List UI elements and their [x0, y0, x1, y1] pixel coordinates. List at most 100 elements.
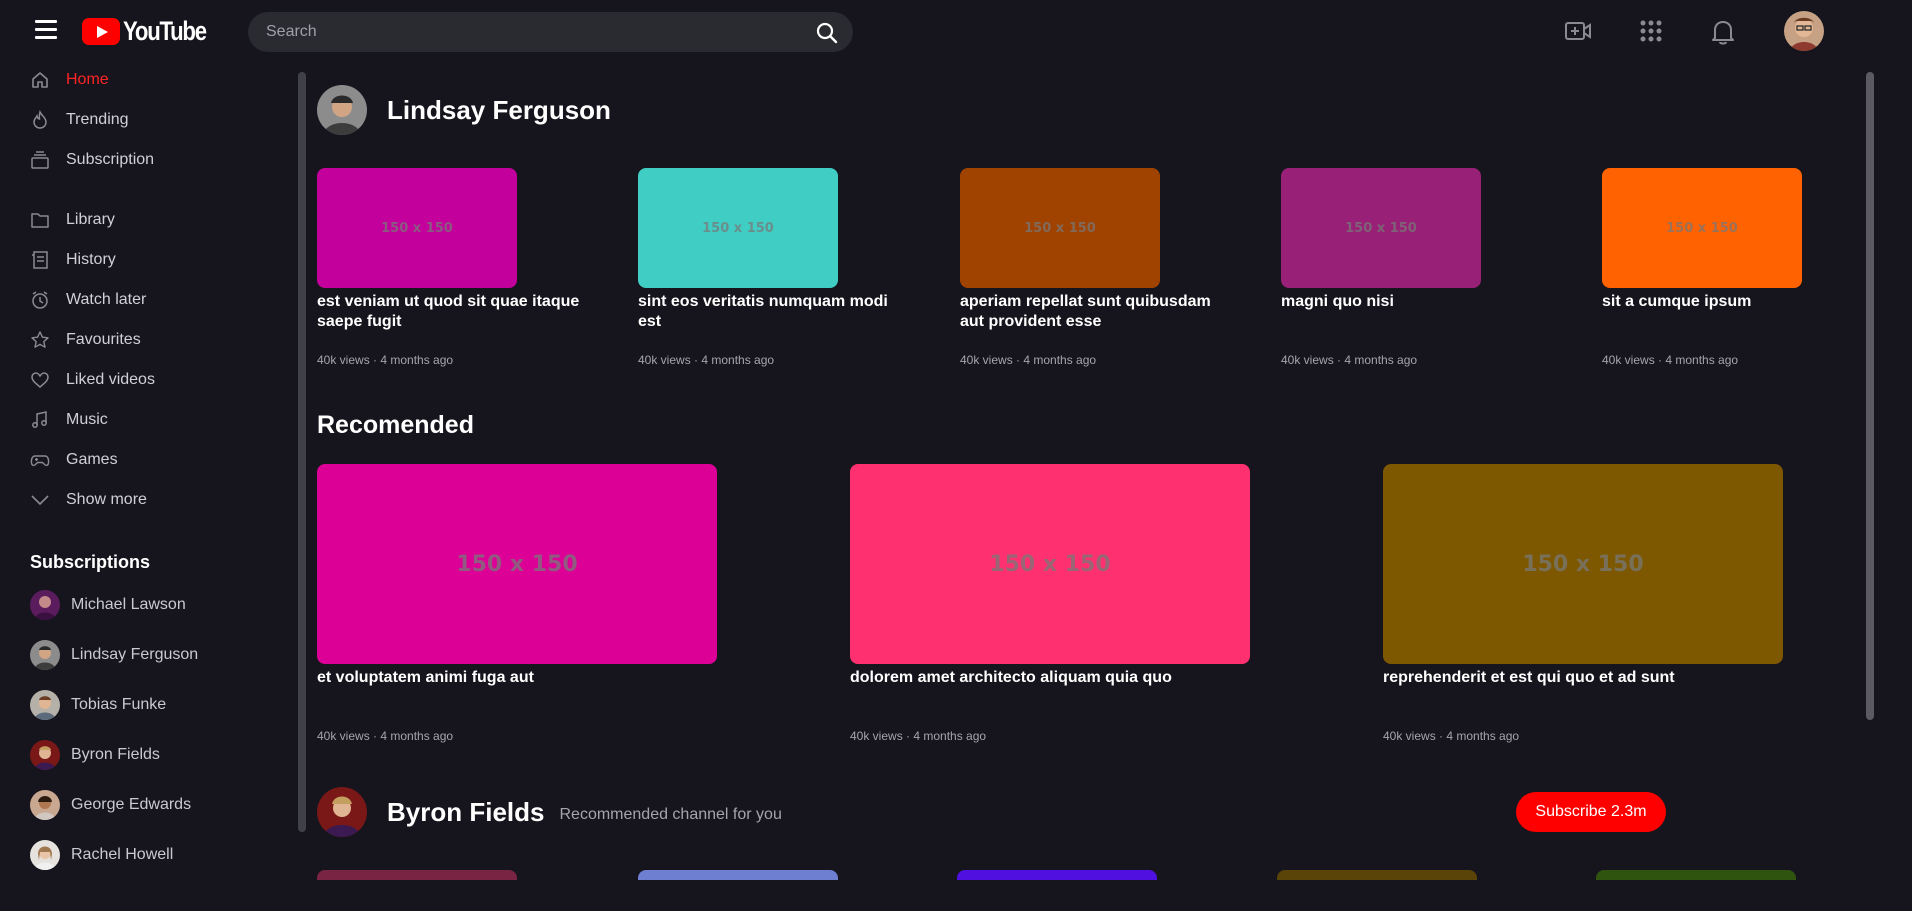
sidebar-scrollbar[interactable] [298, 72, 306, 832]
sidebar-item-games[interactable]: Games [30, 442, 118, 478]
video-title[interactable]: reprehenderit et est qui quo et ad sunt [1383, 668, 1803, 688]
sidebar-item-history[interactable]: History [30, 242, 116, 278]
folder-icon [31, 213, 49, 228]
gamepad-icon [30, 455, 50, 467]
history-icon [32, 251, 48, 269]
search-icon[interactable] [815, 21, 839, 45]
youtube-logo[interactable]: YouTube [82, 16, 224, 46]
avatar[interactable] [1784, 11, 1824, 51]
sidebar-item-show-more[interactable]: Show more [30, 482, 147, 518]
avatar [30, 840, 60, 870]
video-thumbnail[interactable] [638, 870, 838, 880]
subscriptions-heading: Subscriptions [30, 552, 151, 572]
sidebar-item-library[interactable]: Library [30, 202, 115, 238]
video-card[interactable]: 150 x 150 reprehenderit et est qui quo e… [1383, 464, 1803, 743]
video-meta: 40k views · 4 months ago [850, 729, 987, 743]
avatar [30, 640, 60, 670]
subscription-item[interactable]: Michael Lawson [30, 588, 186, 622]
sidebar-item-label: Trending [66, 111, 129, 128]
sidebar-item-favourites[interactable]: Favourites [30, 322, 141, 358]
chevron-down-icon [31, 495, 49, 506]
main-scrollbar[interactable] [1866, 72, 1874, 720]
subscription-item[interactable]: Byron Fields [30, 738, 160, 772]
video-meta: 40k views · 4 months ago [317, 353, 454, 367]
video-thumbnail[interactable]: 150 x 150 [1383, 464, 1783, 664]
flame-icon [33, 110, 47, 129]
search-bar [248, 12, 853, 52]
video-camera-icon[interactable] [1563, 16, 1593, 46]
sidebar-item-home[interactable]: Home [30, 62, 109, 98]
video-title[interactable]: aperiam repellat sunt quibusdam aut prov… [960, 292, 1230, 332]
search-input[interactable] [266, 12, 786, 52]
avatar [317, 787, 367, 837]
avatar [317, 85, 367, 135]
sidebar-item-label: Watch later [66, 291, 147, 308]
sidebar-item-label: Games [66, 451, 118, 468]
video-card[interactable]: 150 x 150 sit a cumque ipsum 40k views ·… [1602, 168, 1852, 367]
video-meta: 40k views · 4 months ago [1383, 729, 1520, 743]
video-thumbnail[interactable]: 150 x 150 [960, 168, 1160, 288]
menu-icon[interactable] [35, 20, 57, 40]
channel-header[interactable]: Lindsay Ferguson [317, 85, 611, 135]
channel-subtitle: Recommended channel for you [559, 806, 782, 823]
apps-grid-icon[interactable] [1636, 16, 1666, 46]
subscribe-button[interactable]: Subscribe 2.3m [1516, 792, 1666, 832]
video-title[interactable]: et voluptatem animi fuga aut [317, 668, 737, 688]
video-thumbnail[interactable]: 150 x 150 [317, 168, 517, 288]
video-card[interactable]: 150 x 150 et voluptatem animi fuga aut 4… [317, 464, 737, 743]
video-meta: 40k views · 4 months ago [317, 729, 454, 743]
heart-icon [31, 372, 49, 388]
sidebar-item-watch-later[interactable]: Watch later [30, 282, 146, 318]
sidebar-item-liked-videos[interactable]: Liked videos [30, 362, 155, 398]
channel-header[interactable]: Byron Fields Recommended channel for you [317, 787, 782, 837]
star-icon [31, 331, 49, 348]
top-bar: YouTube [0, 0, 1912, 62]
video-card[interactable]: 150 x 150 magni quo nisi 40k views · 4 m… [1281, 168, 1551, 367]
video-thumbnail[interactable]: 150 x 150 [850, 464, 1250, 664]
sidebar-item-music[interactable]: Music [30, 402, 108, 438]
video-meta: 40k views · 4 months ago [638, 353, 775, 367]
video-card[interactable]: 150 x 150 aperiam repellat sunt quibusda… [960, 168, 1230, 367]
channel-name: Byron Fields [387, 796, 545, 827]
video-title[interactable]: est veniam ut quod sit quae itaque saepe… [317, 292, 587, 332]
avatar [30, 690, 60, 720]
video-thumbnail[interactable]: 150 x 150 [317, 464, 717, 664]
subscription-item[interactable]: George Edwards [30, 788, 191, 822]
video-title[interactable]: magni quo nisi [1281, 292, 1551, 312]
video-thumbnail[interactable]: 150 x 150 [1602, 168, 1802, 288]
video-thumbnail[interactable] [957, 870, 1157, 880]
video-thumbnail[interactable]: 150 x 150 [1281, 168, 1481, 288]
sidebar-item-label: Subscription [66, 151, 155, 168]
video-meta: 40k views · 4 months ago [960, 353, 1097, 367]
video-meta: 40k views · 4 months ago [1281, 353, 1418, 367]
video-title[interactable]: dolorem amet architecto aliquam quia quo [850, 668, 1270, 688]
clock-icon [32, 291, 48, 309]
video-card[interactable]: 150 x 150 sint eos veritatis numquam mod… [638, 168, 908, 367]
avatar [30, 740, 60, 770]
channel-name: Lindsay Ferguson [387, 94, 611, 125]
sidebar-item-label: Liked videos [66, 371, 155, 388]
bell-icon[interactable] [1708, 16, 1738, 46]
avatar [30, 590, 60, 620]
video-card[interactable]: 150 x 150 est veniam ut quod sit quae it… [317, 168, 587, 367]
video-thumbnail[interactable] [1596, 870, 1796, 880]
video-thumbnail[interactable]: 150 x 150 [638, 168, 838, 288]
sidebar-item-subscription[interactable]: Subscription [30, 142, 154, 178]
subscription-item[interactable]: Lindsay Ferguson [30, 638, 198, 672]
video-meta: 40k views · 4 months ago [1602, 353, 1739, 367]
subscription-item[interactable]: Tobias Funke [30, 688, 166, 722]
video-title[interactable]: sint eos veritatis numquam modi est [638, 292, 908, 332]
video-title[interactable]: sit a cumque ipsum [1602, 292, 1852, 312]
youtube-play-icon [82, 17, 120, 45]
sidebar-item-trending[interactable]: Trending [30, 102, 129, 138]
sidebar-item-label: Home [66, 71, 109, 88]
sidebar: Home Trending Subscription Library Histo… [0, 62, 290, 911]
section-title-recommended: Recomended [317, 411, 474, 439]
video-card[interactable]: 150 x 150 dolorem amet architecto aliqua… [850, 464, 1270, 743]
video-thumbnail[interactable] [317, 870, 517, 880]
subscription-item[interactable]: Rachel Howell [30, 838, 173, 872]
music-icon [32, 411, 47, 428]
sidebar-item-label: History [66, 251, 116, 268]
video-thumbnail[interactable] [1277, 870, 1477, 880]
home-icon [32, 72, 48, 88]
